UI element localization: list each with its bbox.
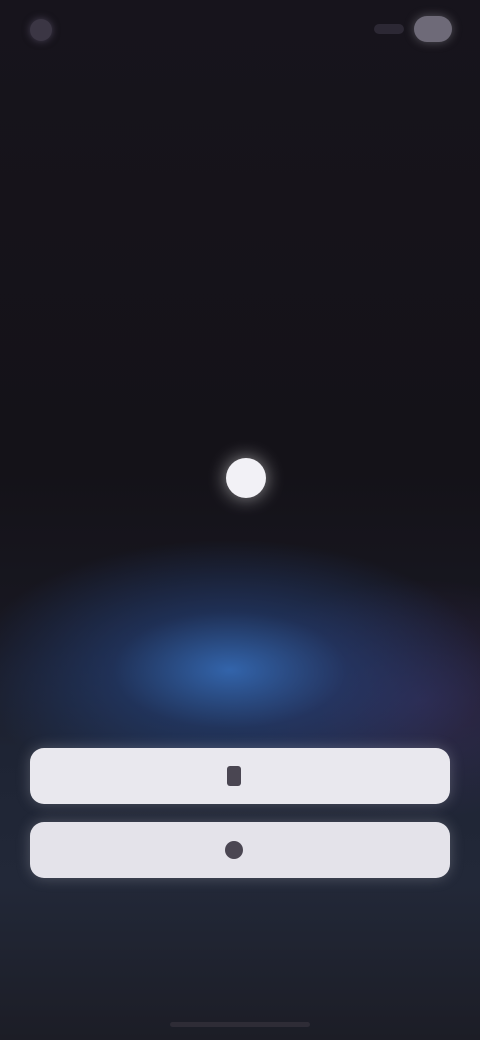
logo-circle-icon bbox=[226, 458, 266, 498]
phone-icon bbox=[227, 766, 241, 786]
welcome-screen bbox=[0, 0, 480, 1040]
home-indicator[interactable] bbox=[170, 1022, 310, 1027]
alternate-signin-link[interactable] bbox=[0, 898, 480, 934]
app-logo bbox=[150, 450, 330, 506]
signal-icon bbox=[374, 24, 404, 34]
status-time bbox=[30, 18, 58, 42]
status-indicator-icon bbox=[30, 19, 52, 41]
account-icon bbox=[225, 841, 243, 859]
status-bar bbox=[0, 0, 480, 60]
primary-continue-button[interactable] bbox=[30, 748, 450, 804]
secondary-continue-button[interactable] bbox=[30, 822, 450, 878]
battery-icon bbox=[414, 16, 452, 42]
footer-links bbox=[40, 962, 440, 992]
status-icons bbox=[374, 16, 452, 42]
